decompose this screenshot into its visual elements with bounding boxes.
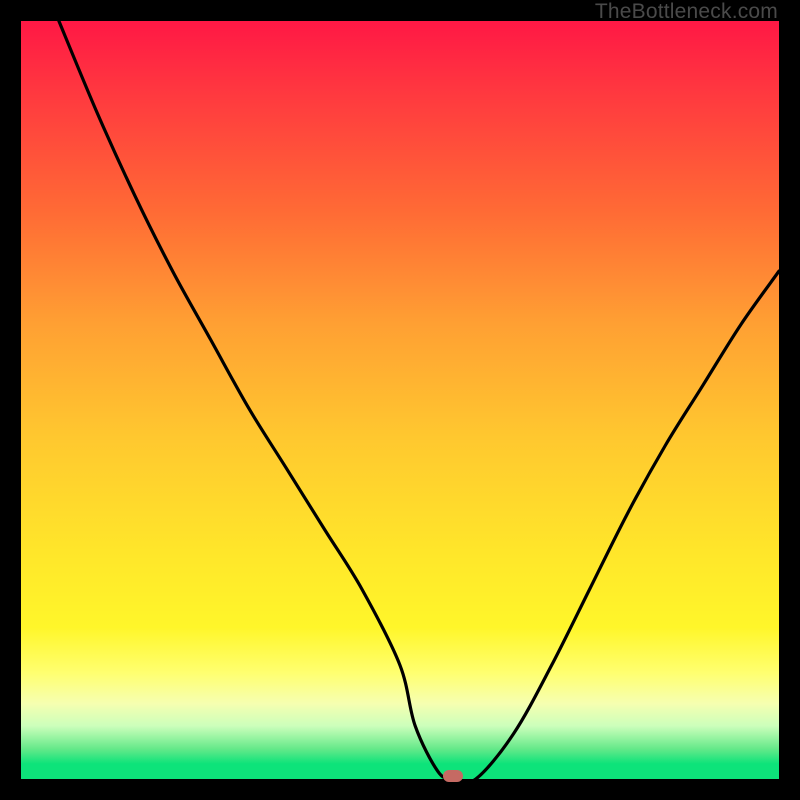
plot-area	[21, 21, 779, 779]
watermark-text: TheBottleneck.com	[595, 0, 778, 24]
optimum-marker	[443, 770, 463, 782]
bottleneck-curve	[21, 21, 779, 779]
curve-path	[59, 21, 779, 779]
chart-frame: TheBottleneck.com	[0, 0, 800, 800]
